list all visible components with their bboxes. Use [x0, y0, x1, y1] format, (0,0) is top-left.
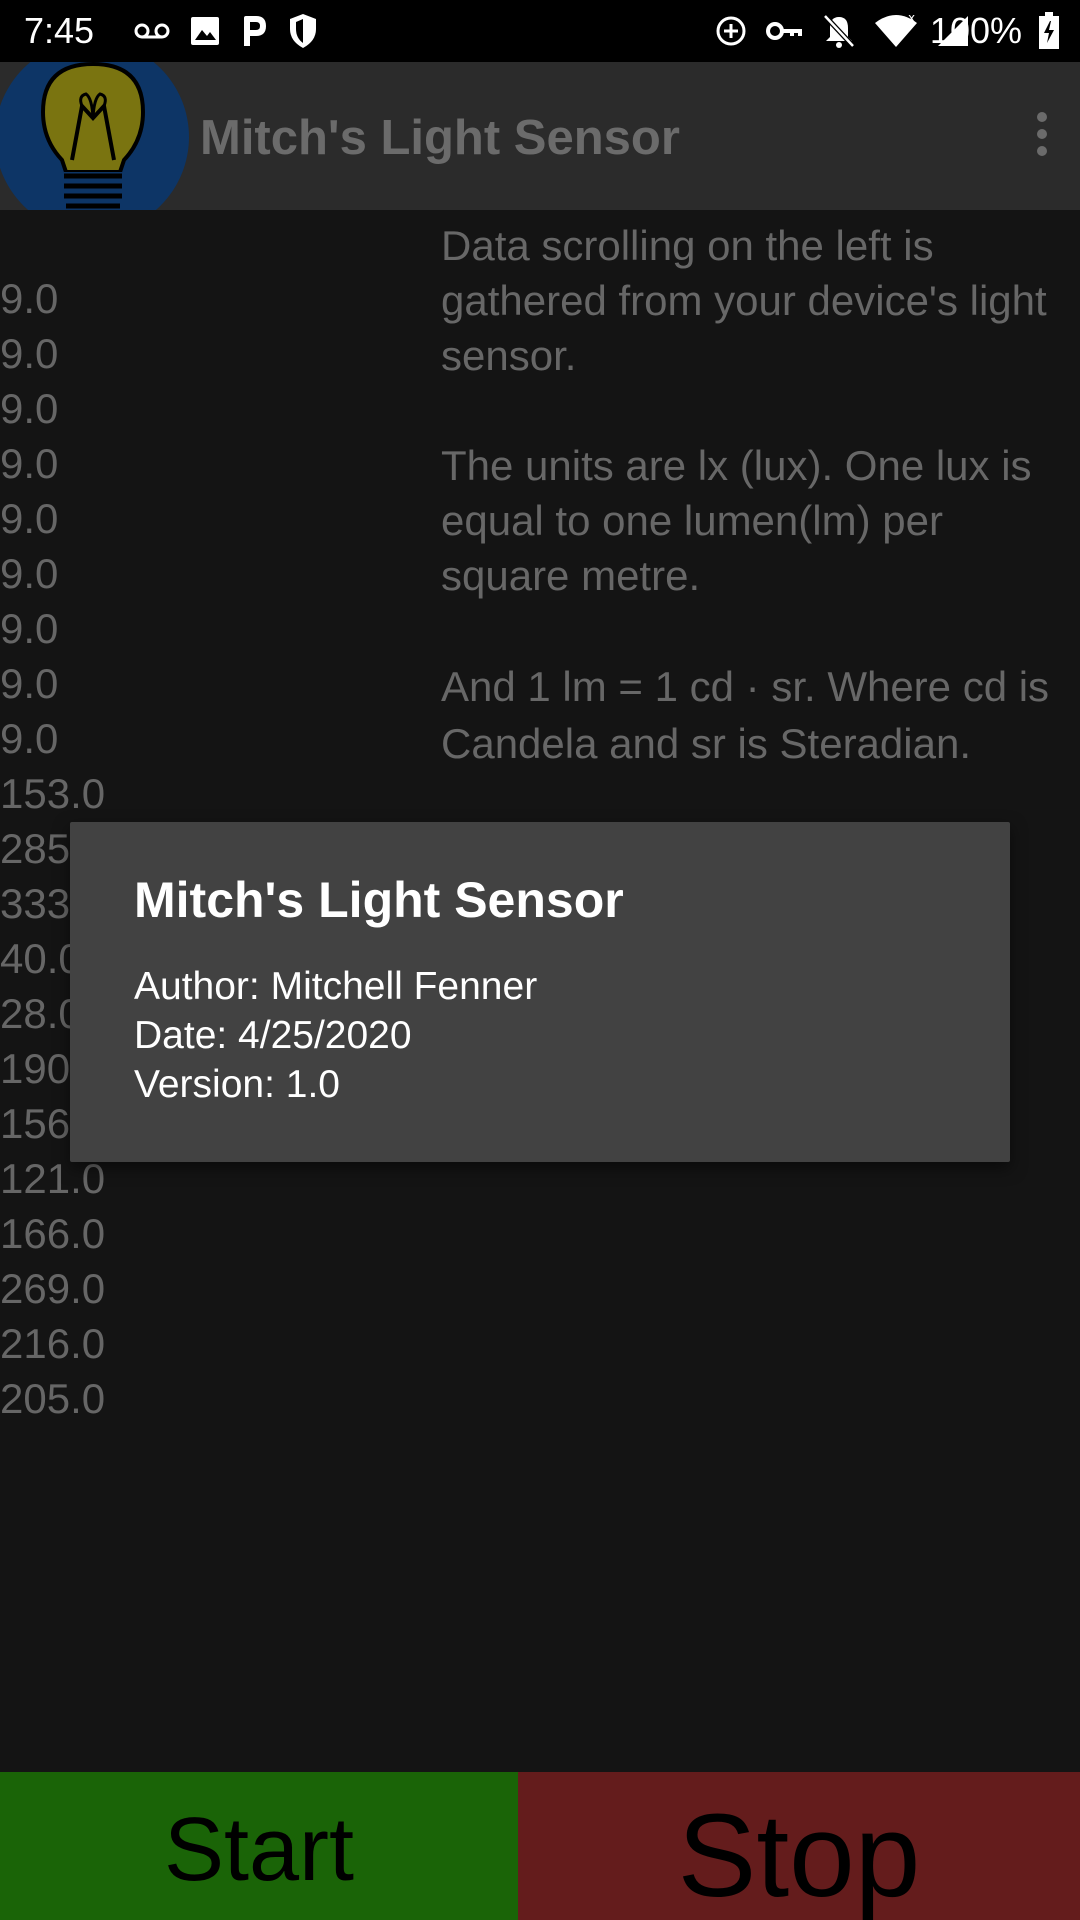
- app-bar: Mitch's Light Sensor: [0, 62, 1080, 210]
- dialog-date: Date: 4/25/2020: [134, 1014, 412, 1057]
- reading-item: 166.0: [0, 1210, 106, 1257]
- status-left-icons: [134, 10, 318, 52]
- battery-percentage: 100%: [929, 10, 1022, 51]
- info-paragraph-2: The units are lx (lux). One lux is equal…: [441, 442, 1032, 599]
- stop-button-label: Stop: [677, 1790, 921, 1920]
- reading-item: 9.0: [0, 385, 59, 432]
- bell-off-icon: [823, 14, 855, 48]
- info-text: Data scrolling on the left is gathered f…: [441, 218, 1077, 772]
- stop-button[interactable]: Stop: [518, 1772, 1080, 1920]
- reading-item: 269.0: [0, 1265, 106, 1312]
- reading-item: 9.0: [0, 660, 59, 707]
- shield-icon: [290, 14, 316, 48]
- lightbulb-logo: [0, 62, 190, 210]
- app-title: Mitch's Light Sensor: [200, 111, 680, 165]
- reading-item: 9.0: [0, 550, 59, 597]
- dialog-author: Author: Mitchell Fenner: [134, 965, 538, 1008]
- start-button[interactable]: Start: [0, 1772, 518, 1920]
- dialog-body: Author: Mitchell Fenner Date: 4/25/2020 …: [134, 962, 537, 1109]
- overflow-menu-icon[interactable]: [1030, 112, 1054, 160]
- vpn-key-icon: [766, 22, 802, 40]
- status-bar: 7:45 x 100%: [0, 0, 1080, 62]
- reading-item: 9.0: [0, 495, 59, 542]
- status-time: 7:45: [24, 10, 95, 51]
- dialog-title: Mitch's Light Sensor: [134, 872, 624, 928]
- svg-text:x: x: [908, 13, 915, 25]
- reading-item: 205.0: [0, 1375, 106, 1422]
- parking-icon: [244, 16, 266, 46]
- start-button-label: Start: [163, 1800, 355, 1900]
- wifi-icon: x: [875, 13, 917, 47]
- reading-item: 153.0: [0, 770, 106, 817]
- battery-charging-icon: [1039, 12, 1059, 49]
- info-paragraph-3: And 1 lm = 1 cd · sr. Where cd is Candel…: [441, 663, 1050, 767]
- image-icon: [191, 17, 219, 45]
- dialog-version: Version: 1.0: [134, 1063, 340, 1106]
- data-saver-icon: [716, 16, 746, 46]
- reading-item: 9.0: [0, 605, 59, 652]
- voicemail-icon: [134, 23, 170, 39]
- info-paragraph-1: Data scrolling on the left is gathered f…: [441, 222, 1047, 379]
- reading-item: 9.0: [0, 715, 59, 762]
- about-dialog: Mitch's Light Sensor Author: Mitchell Fe…: [70, 822, 1010, 1162]
- reading-item: 9.0: [0, 275, 59, 322]
- screen: 7:45 x 100% Mitch's Light Sensor 9.0 9.0…: [0, 0, 1080, 1920]
- reading-item: 216.0: [0, 1320, 106, 1367]
- reading-item: 9.0: [0, 330, 59, 377]
- reading-item: 9.0: [0, 440, 59, 487]
